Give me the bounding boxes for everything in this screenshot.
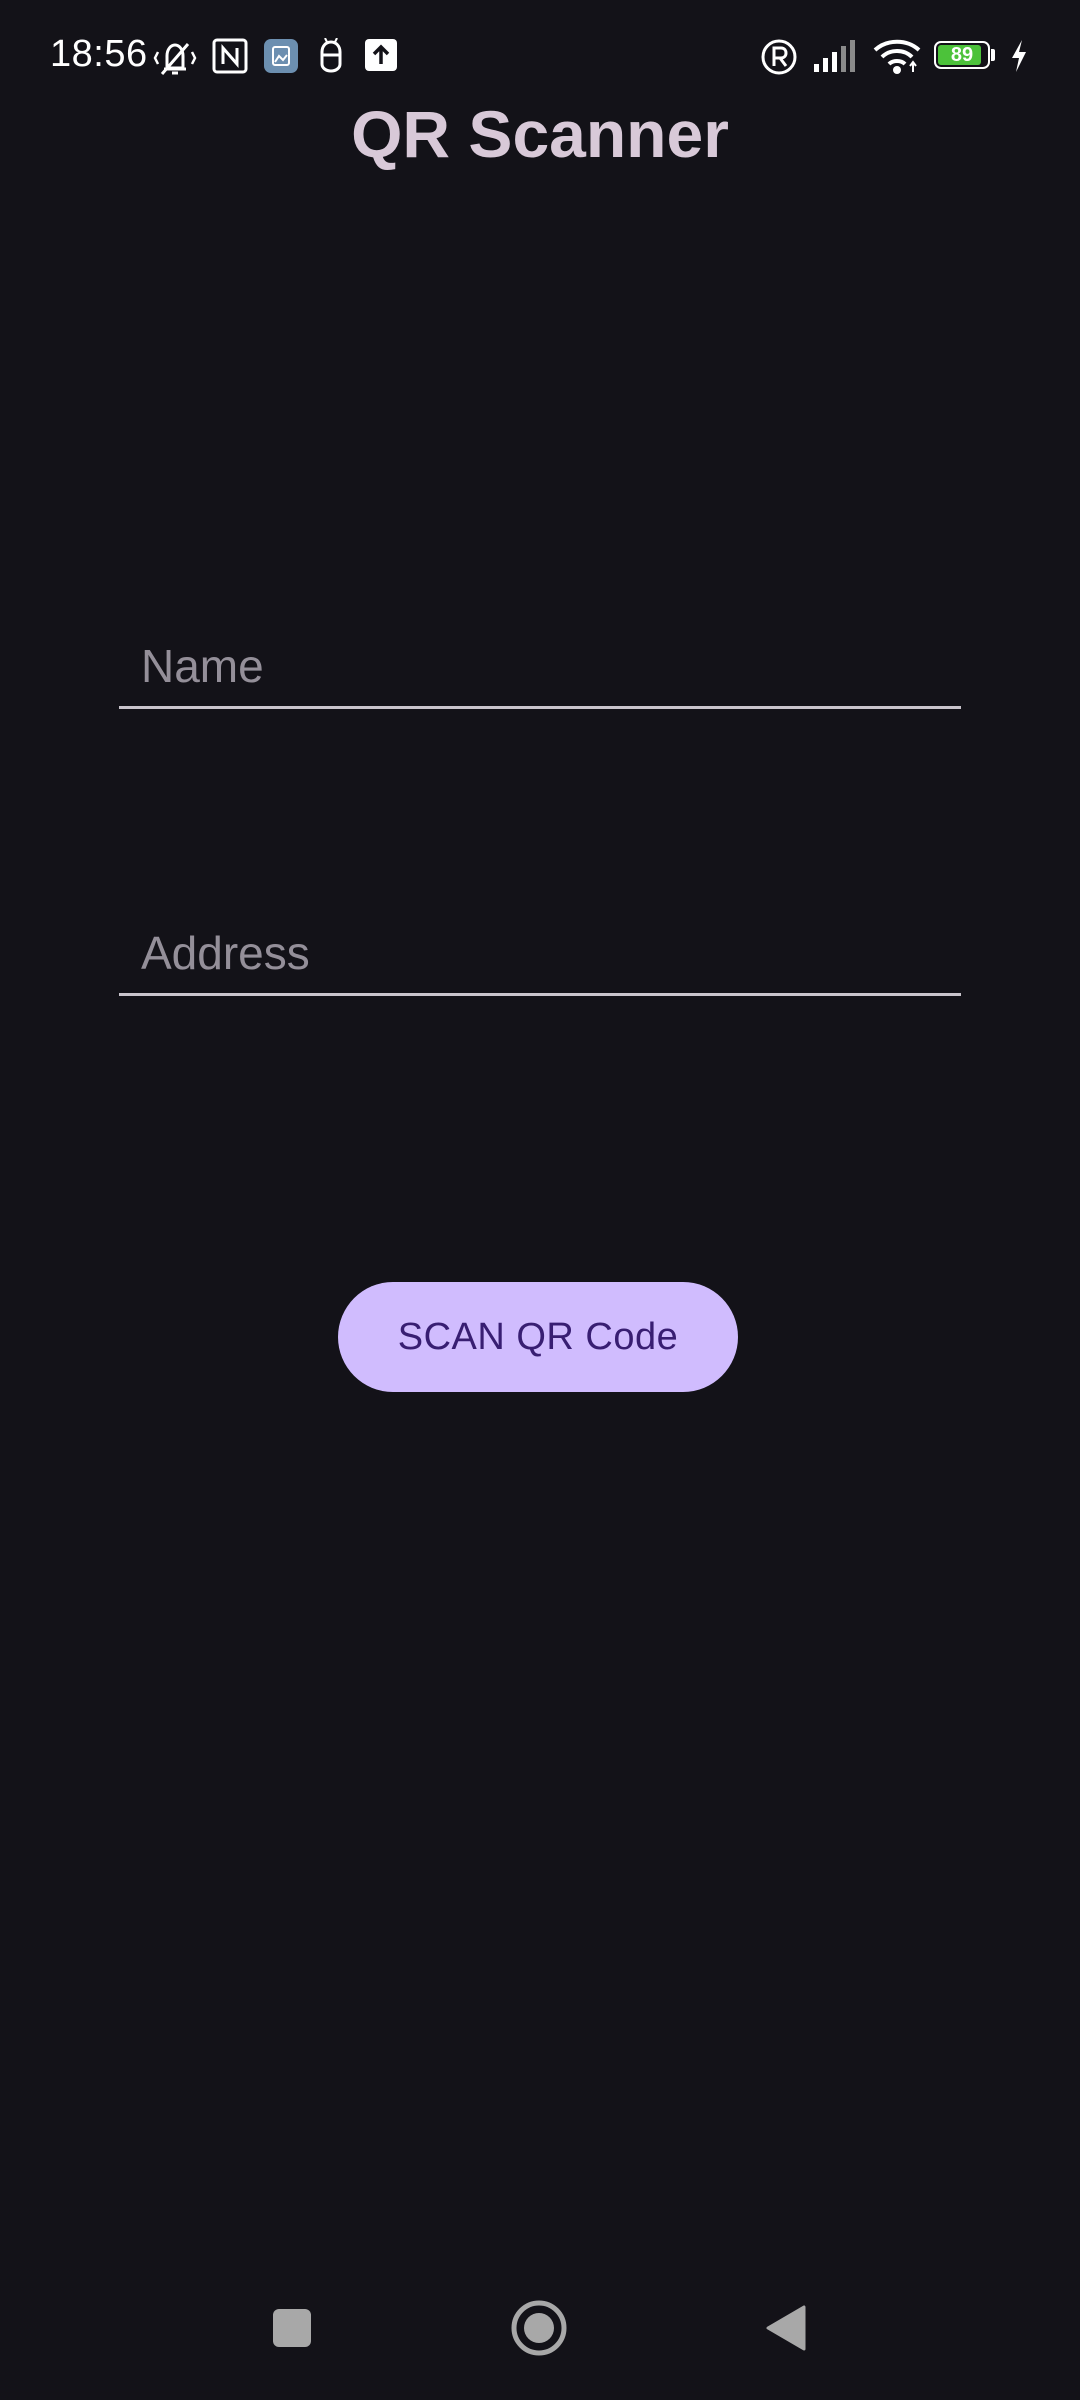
name-field[interactable] bbox=[119, 617, 961, 709]
address-field[interactable] bbox=[119, 904, 961, 996]
upload-icon bbox=[364, 38, 398, 78]
navigation-bar bbox=[0, 2280, 1080, 2400]
page-title: QR Scanner bbox=[351, 97, 729, 171]
home-button[interactable] bbox=[489, 2280, 589, 2380]
scan-qr-button[interactable]: SCAN QR Code bbox=[338, 1282, 738, 1392]
status-time: 18:56 bbox=[50, 33, 148, 75]
signal-icon bbox=[812, 38, 862, 78]
gallery-notification-icon bbox=[263, 38, 299, 78]
registered-icon bbox=[760, 38, 798, 78]
back-button[interactable] bbox=[736, 2280, 836, 2380]
recents-button[interactable] bbox=[242, 2280, 342, 2380]
recents-square-icon bbox=[271, 2307, 313, 2354]
wifi-icon bbox=[872, 38, 922, 78]
robot-notification-icon bbox=[316, 38, 346, 78]
home-circle-icon bbox=[510, 2299, 568, 2362]
vibrate-off-icon bbox=[152, 38, 198, 78]
charging-icon bbox=[1008, 38, 1030, 78]
address-input[interactable] bbox=[141, 921, 941, 985]
battery-nub bbox=[991, 49, 995, 61]
back-triangle-icon bbox=[764, 2304, 808, 2357]
nfc-icon bbox=[212, 38, 248, 78]
battery-icon: 89 bbox=[934, 41, 996, 71]
name-input[interactable] bbox=[141, 634, 941, 698]
battery-level: 89 bbox=[950, 44, 974, 66]
